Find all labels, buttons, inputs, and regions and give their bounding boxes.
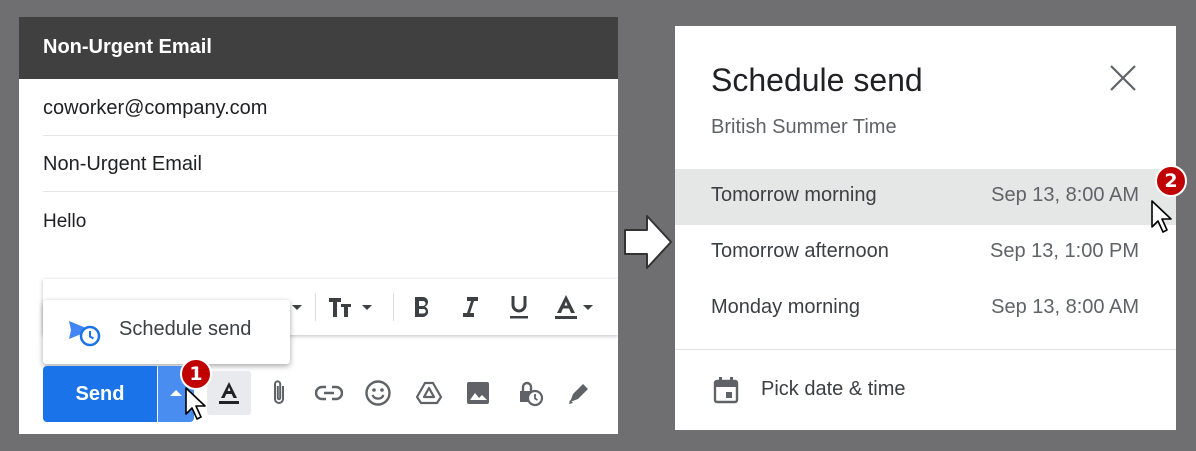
send-button[interactable]: Send bbox=[43, 366, 157, 422]
divider bbox=[675, 349, 1176, 350]
calendar-icon bbox=[713, 376, 739, 409]
option-monday-morning[interactable]: Monday morning Sep 13, 8:00 AM bbox=[675, 281, 1176, 337]
formatting-options-icon[interactable] bbox=[207, 371, 251, 415]
text-size-icon[interactable] bbox=[328, 289, 372, 325]
compose-window: Non-Urgent Email coworker@company.com No… bbox=[19, 17, 618, 434]
step-badge: 2 bbox=[1155, 165, 1187, 197]
mouse-cursor-icon bbox=[185, 387, 206, 420]
option-label: Tomorrow morning bbox=[711, 184, 877, 206]
toolbar-divider bbox=[315, 293, 316, 321]
chevron-up-icon bbox=[170, 390, 182, 396]
confidential-mode-icon[interactable] bbox=[507, 371, 551, 415]
schedule-send-label: Schedule send bbox=[119, 318, 252, 340]
emoji-icon[interactable] bbox=[356, 371, 400, 415]
bold-icon[interactable] bbox=[411, 289, 433, 325]
link-icon[interactable] bbox=[307, 371, 351, 415]
schedule-send-dialog: Schedule send British Summer Time Tomorr… bbox=[675, 26, 1176, 430]
option-label: Tomorrow afternoon bbox=[711, 240, 889, 262]
message-body[interactable]: Hello bbox=[43, 211, 86, 233]
option-time: Sep 13, 1:00 PM bbox=[990, 240, 1139, 262]
close-icon[interactable] bbox=[1107, 62, 1139, 94]
toolbar-divider bbox=[393, 293, 394, 321]
step-badge: 1 bbox=[180, 358, 212, 390]
option-time: Sep 13, 8:00 AM bbox=[991, 184, 1139, 206]
compose-title: Non-Urgent Email bbox=[43, 36, 212, 58]
signature-icon[interactable] bbox=[557, 371, 601, 415]
recipient-field[interactable]: coworker@company.com bbox=[43, 80, 618, 136]
attach-icon[interactable] bbox=[257, 371, 301, 415]
subject-field[interactable]: Non-Urgent Email bbox=[43, 136, 618, 192]
option-tomorrow-morning[interactable]: Tomorrow morning Sep 13, 8:00 AM bbox=[675, 169, 1176, 225]
schedule-send-icon bbox=[67, 317, 101, 352]
option-time: Sep 13, 8:00 AM bbox=[991, 296, 1139, 318]
italic-icon[interactable] bbox=[459, 289, 481, 325]
font-dropdown-caret[interactable] bbox=[288, 289, 302, 325]
pick-date-time-button[interactable]: Pick date & time bbox=[675, 361, 1176, 417]
underline-icon[interactable] bbox=[508, 289, 530, 325]
pick-date-time-label: Pick date & time bbox=[761, 378, 906, 400]
option-tomorrow-afternoon[interactable]: Tomorrow afternoon Sep 13, 1:00 PM bbox=[675, 225, 1176, 281]
option-label: Monday morning bbox=[711, 296, 860, 318]
dialog-title: Schedule send bbox=[711, 62, 923, 98]
schedule-send-menu[interactable]: Schedule send bbox=[43, 300, 290, 364]
timezone-label: British Summer Time bbox=[711, 116, 897, 138]
compose-header: Non-Urgent Email bbox=[19, 17, 618, 79]
arrow-right-icon bbox=[624, 215, 672, 269]
text-color-icon[interactable] bbox=[553, 289, 593, 325]
drive-icon[interactable] bbox=[407, 371, 451, 415]
mouse-cursor-icon bbox=[1151, 200, 1172, 233]
insert-photo-icon[interactable] bbox=[456, 371, 500, 415]
